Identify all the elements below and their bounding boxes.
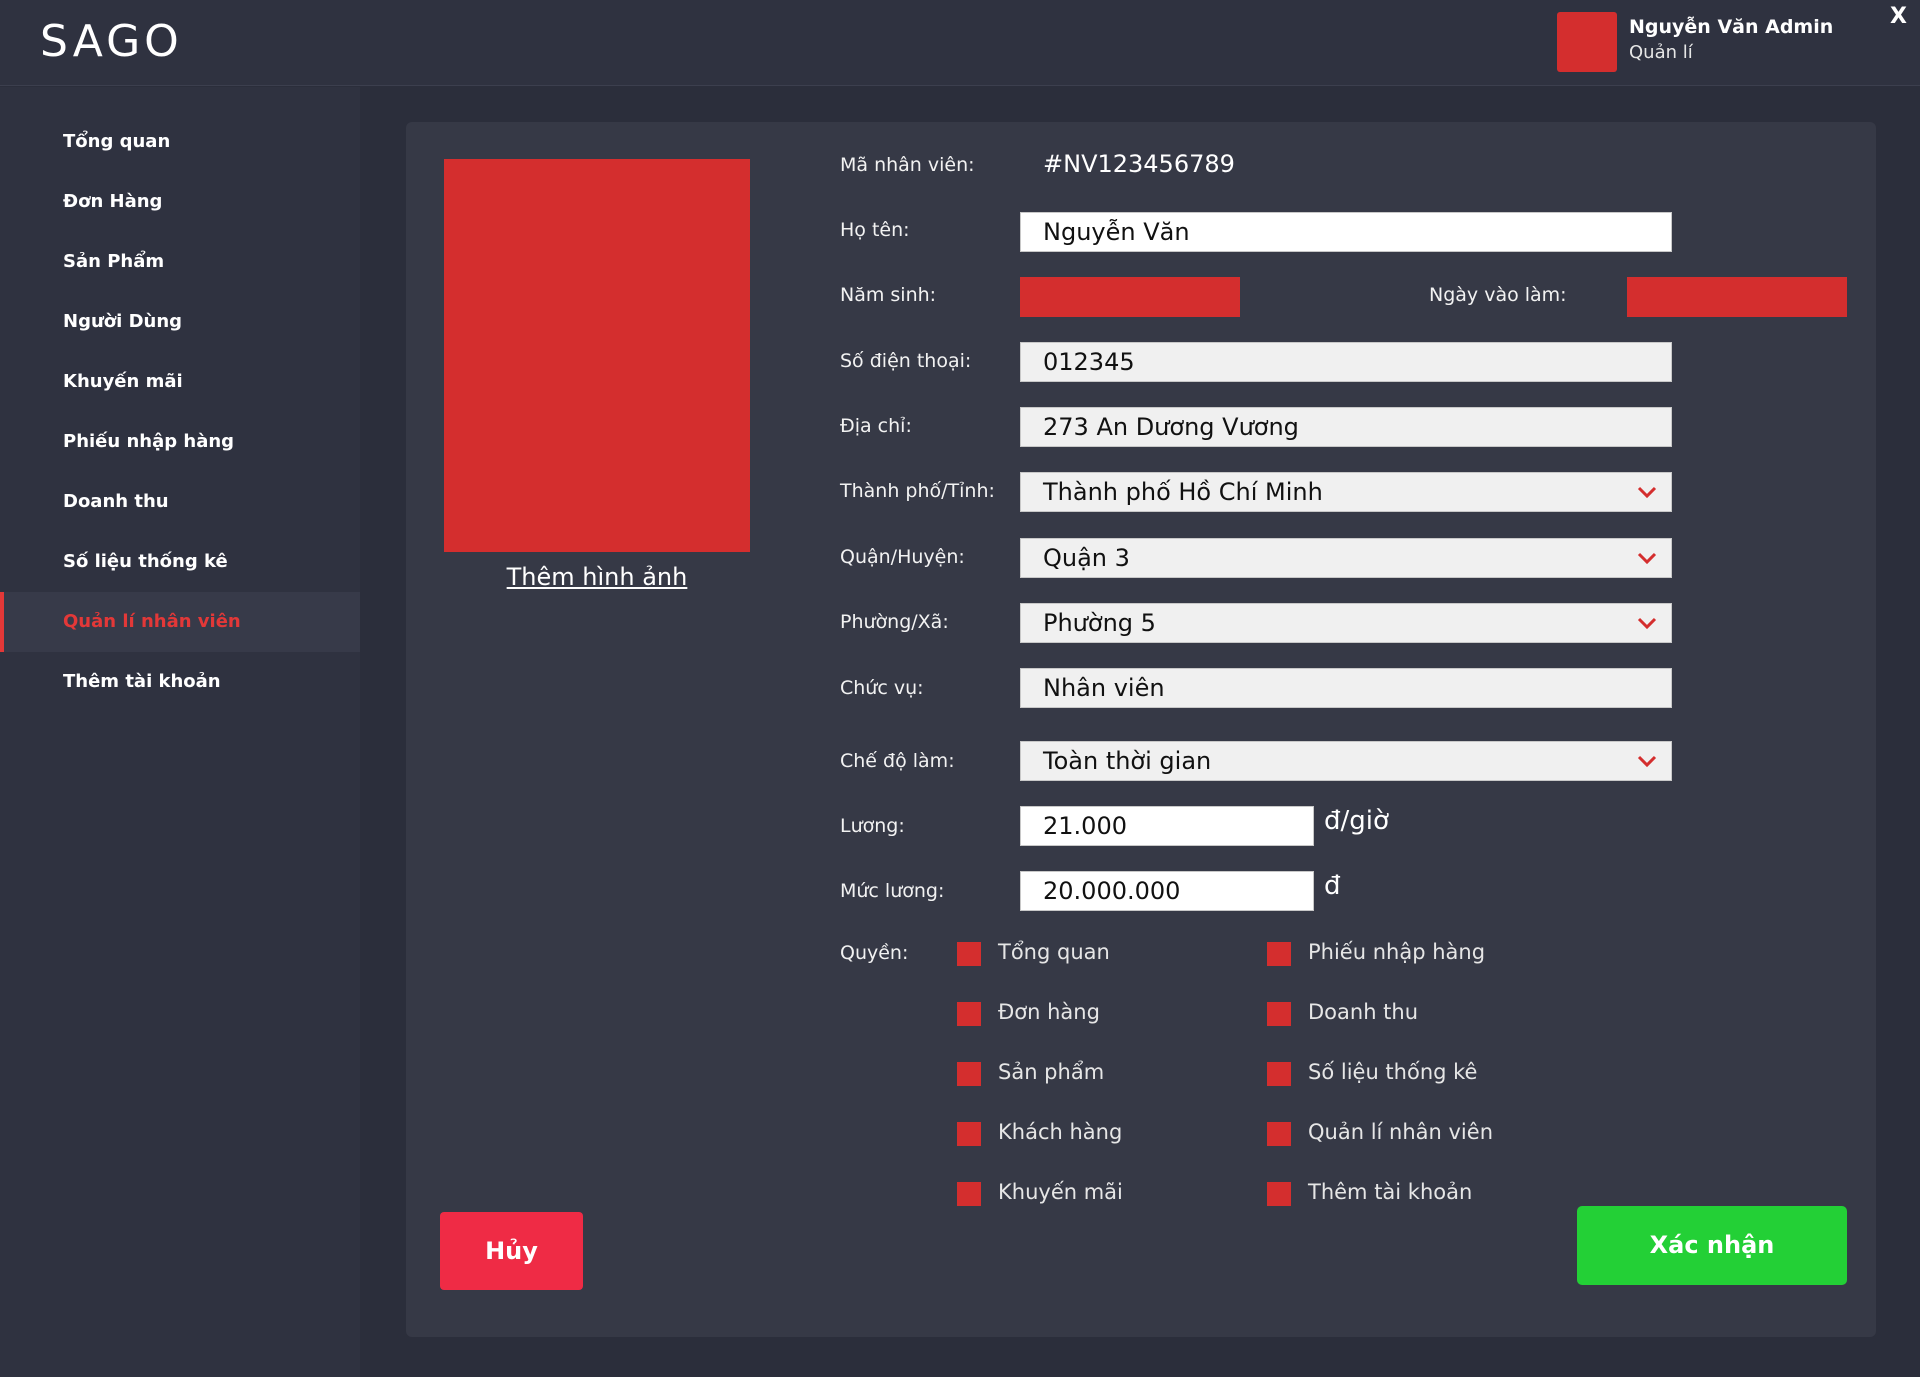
ward-label: Phường/Xã:	[840, 611, 949, 633]
close-button[interactable]: X	[1890, 4, 1907, 29]
user-name: Nguyễn Văn Admin	[1629, 16, 1834, 38]
city-select[interactable]: Thành phố Hồ Chí Minh	[1020, 472, 1672, 512]
permissions-label: Quyền:	[840, 942, 909, 964]
sidebar-item-khuyen-mai[interactable]: Khuyến mãi	[0, 352, 360, 412]
employee-photo	[444, 159, 750, 552]
employee-id-value: #NV123456789	[1043, 150, 1235, 178]
wage-unit: đ/giờ	[1324, 806, 1389, 836]
sidebar-item-san-pham[interactable]: Sản Phẩm	[0, 232, 360, 292]
work-mode-select[interactable]: Toàn thời gian	[1020, 741, 1672, 781]
full-name-input[interactable]: Nguyễn Văn	[1020, 212, 1672, 252]
permission-checkbox-quan-li-nhan-vien[interactable]	[1267, 1122, 1291, 1146]
ward-select-value: Phường 5	[1043, 609, 1156, 637]
sidebar-item-quan-li-nhan-vien[interactable]: Quản lí nhân viên	[0, 592, 360, 652]
sidebar: Tổng quan Đơn Hàng Sản Phẩm Người Dùng K…	[0, 87, 360, 1377]
cancel-button[interactable]: Hủy	[440, 1212, 583, 1290]
salary-unit: đ	[1324, 871, 1341, 901]
sidebar-item-don-hang[interactable]: Đơn Hàng	[0, 172, 360, 232]
chevron-down-icon	[1637, 486, 1657, 499]
sidebar-item-doanh-thu[interactable]: Doanh thu	[0, 472, 360, 532]
permission-checkbox-san-pham[interactable]	[957, 1062, 981, 1086]
work-mode-select-value: Toàn thời gian	[1043, 747, 1212, 775]
district-select-value: Quận 3	[1043, 544, 1130, 572]
chevron-down-icon	[1637, 755, 1657, 768]
avatar[interactable]	[1557, 12, 1617, 72]
city-label: Thành phố/Tỉnh:	[840, 480, 995, 502]
permission-checkbox-don-hang[interactable]	[957, 1002, 981, 1026]
top-bar: SAGO Nguyễn Văn Admin Quản lí X	[0, 0, 1920, 86]
salary-label: Mức lương:	[840, 880, 945, 902]
employee-id-label: Mã nhân viên:	[840, 154, 975, 176]
permission-label-khuyen-mai: Khuyến mãi	[998, 1180, 1123, 1204]
permission-label-doanh-thu: Doanh thu	[1308, 1000, 1419, 1024]
phone-input[interactable]: 012345	[1020, 342, 1672, 382]
permission-label-phieu-nhap-hang: Phiếu nhập hàng	[1308, 940, 1486, 964]
wage-label: Lương:	[840, 815, 905, 837]
confirm-button[interactable]: Xác nhận	[1577, 1206, 1847, 1285]
permission-label-khach-hang: Khách hàng	[998, 1120, 1123, 1144]
wage-input[interactable]: 21.000	[1020, 806, 1314, 846]
permission-checkbox-them-tai-khoan[interactable]	[1267, 1182, 1291, 1206]
permission-label-them-tai-khoan: Thêm tài khoản	[1308, 1180, 1473, 1204]
permission-checkbox-tong-quan[interactable]	[957, 942, 981, 966]
work-mode-label: Chế độ làm:	[840, 750, 955, 772]
birth-year-picker[interactable]	[1020, 277, 1240, 317]
position-label: Chức vụ:	[840, 677, 924, 699]
sidebar-item-so-lieu-thong-ke[interactable]: Số liệu thống kê	[0, 532, 360, 592]
permission-label-don-hang: Đơn hàng	[998, 1000, 1100, 1024]
add-photo-link[interactable]: Thêm hình ảnh	[444, 563, 750, 591]
birth-year-label: Năm sinh:	[840, 284, 937, 306]
address-input[interactable]: 273 An Dương Vương	[1020, 407, 1672, 447]
permission-label-quan-li-nhan-vien: Quản lí nhân viên	[1308, 1120, 1494, 1144]
user-role: Quản lí	[1629, 42, 1693, 63]
permission-checkbox-khach-hang[interactable]	[957, 1122, 981, 1146]
permission-checkbox-khuyen-mai[interactable]	[957, 1182, 981, 1206]
chevron-down-icon	[1637, 552, 1657, 565]
full-name-label: Họ tên:	[840, 219, 910, 241]
phone-label: Số điện thoại:	[840, 350, 972, 372]
district-label: Quận/Huyện:	[840, 546, 965, 568]
sidebar-item-nguoi-dung[interactable]: Người Dùng	[0, 292, 360, 352]
city-select-value: Thành phố Hồ Chí Minh	[1043, 478, 1323, 506]
permission-checkbox-phieu-nhap-hang[interactable]	[1267, 942, 1291, 966]
permission-label-so-lieu-thong-ke: Số liệu thống kê	[1308, 1060, 1478, 1084]
sidebar-item-tong-quan[interactable]: Tổng quan	[0, 112, 360, 172]
permission-checkbox-so-lieu-thong-ke[interactable]	[1267, 1062, 1291, 1086]
sidebar-item-phieu-nhap-hang[interactable]: Phiếu nhập hàng	[0, 412, 360, 472]
start-date-picker[interactable]	[1627, 277, 1847, 317]
address-label: Địa chỉ:	[840, 415, 912, 437]
start-date-label: Ngày vào làm:	[1429, 284, 1567, 306]
position-input[interactable]: Nhân viên	[1020, 668, 1672, 708]
chevron-down-icon	[1637, 617, 1657, 630]
permission-checkbox-doanh-thu[interactable]	[1267, 1002, 1291, 1026]
permission-label-tong-quan: Tổng quan	[998, 940, 1110, 964]
district-select[interactable]: Quận 3	[1020, 538, 1672, 578]
sidebar-item-them-tai-khoan[interactable]: Thêm tài khoản	[0, 652, 360, 712]
ward-select[interactable]: Phường 5	[1020, 603, 1672, 643]
app-logo: SAGO	[40, 16, 183, 67]
permission-label-san-pham: Sản phẩm	[998, 1060, 1105, 1084]
salary-input[interactable]: 20.000.000	[1020, 871, 1314, 911]
